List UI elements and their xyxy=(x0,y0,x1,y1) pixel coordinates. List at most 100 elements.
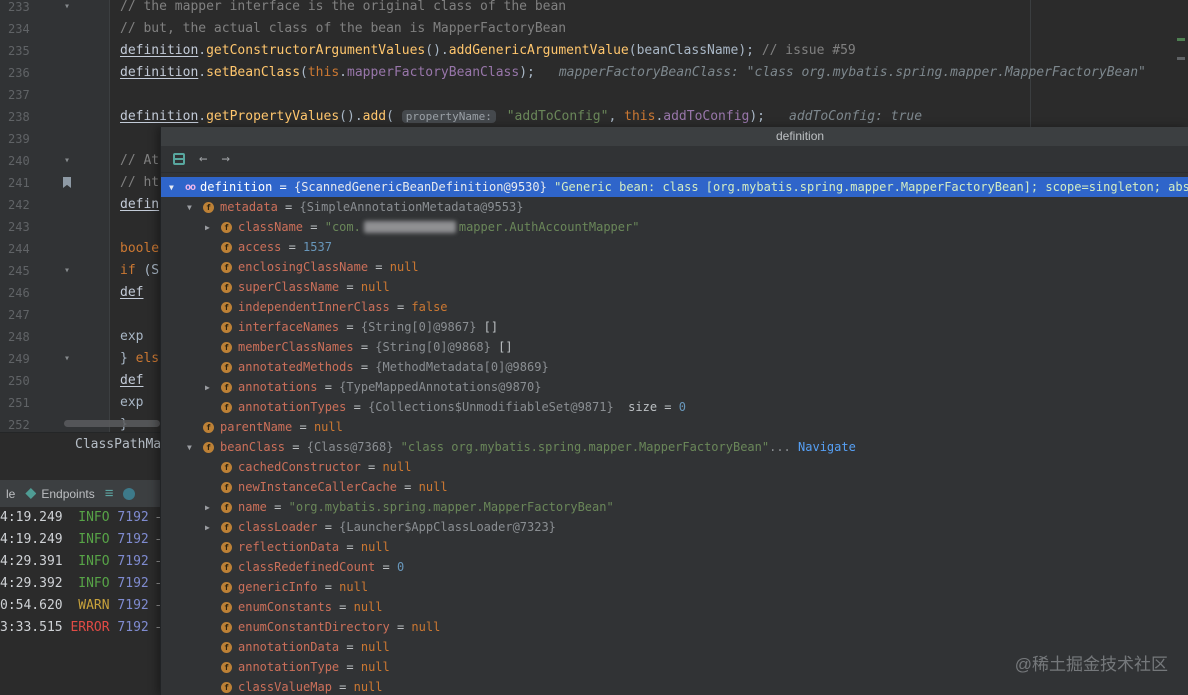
log-pid: 7192 xyxy=(109,510,149,525)
code-line[interactable]: definition.setBeanClass(this.mapperFacto… xyxy=(0,62,1188,84)
expand-arrow-icon[interactable]: ▶ xyxy=(205,503,221,512)
expand-arrow-icon[interactable]: ▼ xyxy=(169,183,185,192)
tree-row-classLoader[interactable]: ▶ f classLoader = {Launcher$AppClassLoader… xyxy=(161,517,1188,537)
line-number[interactable]: 234 xyxy=(0,18,40,40)
fold-icon[interactable]: ▾ xyxy=(56,0,78,18)
tree-row-enumConstantDirectory[interactable]: f enumConstantDirectory = null xyxy=(161,617,1188,637)
tree-row-definition[interactable]: ▼ oo definition = {ScannedGenericBeanDefin… xyxy=(161,177,1188,197)
line-number[interactable]: 246 xyxy=(0,282,40,304)
tree-row-className[interactable]: ▶ f className = "com. mapper.AuthAccountMap… xyxy=(161,217,1188,237)
tree-row-cachedConstructor[interactable]: f cachedConstructor = null xyxy=(161,457,1188,477)
field-icon: f xyxy=(221,621,232,633)
console-tab-bar: le Endpoints ≡ xyxy=(0,480,160,507)
watch-icon: oo xyxy=(185,181,196,193)
code-line[interactable]: definition.getPropertyValues().add( prop… xyxy=(0,106,1188,128)
token: mapperFactoryBeanClass: "class org.mybat… xyxy=(558,65,1146,80)
horizontal-scrollbar-thumb[interactable] xyxy=(64,420,160,427)
code-line[interactable]: // but, the actual class of the bean is … xyxy=(0,18,1188,40)
tree-row-memberClassNames[interactable]: f memberClassNames = {String[0]@9868} [] xyxy=(161,337,1188,357)
bookmark-icon[interactable] xyxy=(56,172,78,194)
line-number[interactable]: 247 xyxy=(0,304,40,326)
expand-arrow-icon[interactable]: ▼ xyxy=(187,443,203,452)
token: // At xyxy=(120,153,160,168)
tab-endpoints[interactable]: Endpoints xyxy=(25,487,95,501)
token: 0 xyxy=(396,560,405,574)
token: null xyxy=(360,540,390,554)
line-number[interactable]: 244 xyxy=(0,238,40,260)
breadcrumb[interactable]: ClassPathMap xyxy=(75,437,169,452)
tree-row-annotationTypes[interactable]: f annotationTypes = {Collections$Unmodifi… xyxy=(161,397,1188,417)
field-icon: f xyxy=(221,221,232,233)
tab-console-partial[interactable]: le xyxy=(6,487,15,501)
tree-row-enumConstants[interactable]: f enumConstants = null xyxy=(161,597,1188,617)
token: annotatedMethods xyxy=(238,360,354,374)
line-number[interactable]: 238 xyxy=(0,106,40,128)
add-to-watches-icon[interactable] xyxy=(173,153,185,165)
forward-arrow-icon[interactable]: → xyxy=(221,152,229,166)
gutter-cell xyxy=(56,370,78,392)
line-number[interactable]: 251 xyxy=(0,392,40,414)
log-level: ERROR xyxy=(62,620,110,635)
field-icon: f xyxy=(221,281,232,293)
log-timestamp: 4:19.249 xyxy=(0,510,63,525)
line-number[interactable]: 236 xyxy=(0,62,40,84)
token: = xyxy=(339,280,361,294)
code-line[interactable]: definition.getConstructorArgumentValues(… xyxy=(0,40,1188,62)
tool-window-icon[interactable] xyxy=(123,487,136,500)
line-number[interactable]: 233 xyxy=(0,0,40,18)
line-number[interactable]: 239 xyxy=(0,128,40,150)
code-line[interactable] xyxy=(0,84,1188,106)
line-number[interactable]: 242 xyxy=(0,194,40,216)
fold-icon[interactable]: ▾ xyxy=(56,150,78,172)
tree-row-interfaceNames[interactable]: f interfaceNames = {String[0]@9867} [] xyxy=(161,317,1188,337)
expand-arrow-icon[interactable]: ▶ xyxy=(205,223,221,232)
token: classRedefinedCount xyxy=(238,560,376,574)
tree-row-name[interactable]: ▶ f name = "org.mybatis.spring.mapper.Mapp… xyxy=(161,497,1188,517)
tree-row-annotatedMethods[interactable]: f annotatedMethods = {MethodMetadata[0]@9… xyxy=(161,357,1188,377)
token: = xyxy=(317,380,340,394)
tree-row-superClassName[interactable]: f superClassName = null xyxy=(161,277,1188,297)
line-number[interactable]: 250 xyxy=(0,370,40,392)
token: {MethodMetadata[0]@9869} xyxy=(375,360,549,374)
menu-icon[interactable]: ≡ xyxy=(105,486,114,501)
fold-icon[interactable]: ▾ xyxy=(56,260,78,282)
tree-row-parentName[interactable]: f parentName = null xyxy=(161,417,1188,437)
tree-row-classValueMap[interactable]: f classValueMap = null xyxy=(161,677,1188,695)
line-number[interactable]: 241 xyxy=(0,172,40,194)
expand-arrow-icon[interactable]: ▼ xyxy=(187,203,203,212)
line-number[interactable]: 240 xyxy=(0,150,40,172)
tree-row-independentInnerClass[interactable]: f independentInnerClass = false xyxy=(161,297,1188,317)
navigate-link[interactable]: Navigate xyxy=(798,440,856,454)
line-number[interactable]: 248 xyxy=(0,326,40,348)
token: {ScannedGenericBeanDefinition@9530} xyxy=(293,180,555,194)
field-icon: f xyxy=(221,641,232,653)
token: = xyxy=(353,360,376,374)
line-number[interactable]: 249 xyxy=(0,348,40,370)
tree-row-metadata[interactable]: ▼ f metadata = {SimpleAnnotationMetadata@9… xyxy=(161,197,1188,217)
field-icon: f xyxy=(221,581,232,593)
token: = xyxy=(339,320,361,334)
line-number[interactable]: 235 xyxy=(0,40,40,62)
tree-row-annotations[interactable]: ▶ f annotations = {TypeMappedAnnotations@9… xyxy=(161,377,1188,397)
tree-row-reflectionData[interactable]: f reflectionData = null xyxy=(161,537,1188,557)
expand-arrow-icon[interactable]: ▶ xyxy=(205,523,221,532)
line-number[interactable]: 252 xyxy=(0,414,40,436)
tree-row-access[interactable]: f access = 1537 xyxy=(161,237,1188,257)
token: // the mapper interface is the original … xyxy=(120,0,567,14)
token: , xyxy=(608,109,625,124)
watermark: @稀土掘金技术社区 xyxy=(1014,655,1168,674)
line-number[interactable]: 243 xyxy=(0,216,40,238)
variables-tree: ▼ oo definition = {ScannedGenericBeanDefin… xyxy=(161,173,1188,695)
tree-row-enclosingClassName[interactable]: f enclosingClassName = null xyxy=(161,257,1188,277)
tree-row-classRedefinedCount[interactable]: f classRedefinedCount = 0 xyxy=(161,557,1188,577)
token: defin xyxy=(120,197,160,212)
code-line[interactable]: // the mapper interface is the original … xyxy=(0,0,1188,18)
tree-row-genericInfo[interactable]: f genericInfo = null xyxy=(161,577,1188,597)
back-arrow-icon[interactable]: ← xyxy=(199,152,207,166)
expand-arrow-icon[interactable]: ▶ xyxy=(205,383,221,392)
fold-icon[interactable]: ▾ xyxy=(56,348,78,370)
tree-row-newInstanceCallerCache[interactable]: f newInstanceCallerCache = null xyxy=(161,477,1188,497)
line-number[interactable]: 245 xyxy=(0,260,40,282)
line-number[interactable]: 237 xyxy=(0,84,40,106)
tree-row-beanClass[interactable]: ▼ f beanClass = {Class@7368} "class org.my… xyxy=(161,437,1188,457)
